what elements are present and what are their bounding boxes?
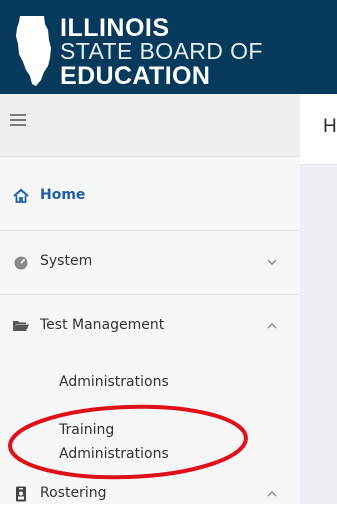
sidebar-item-rostering[interactable]: Rostering	[0, 474, 300, 514]
divider	[0, 294, 300, 295]
sidebar-item-label: Home	[40, 187, 86, 203]
chevron-up-icon[interactable]	[266, 320, 278, 332]
sidebar-item-home[interactable]: Home	[0, 176, 300, 216]
sidebar-toggle[interactable]	[0, 94, 300, 157]
folder-open-icon	[13, 321, 29, 331]
submenu-item-label: Administrations	[59, 374, 169, 390]
home-icon	[13, 188, 29, 203]
hamburger-icon[interactable]	[10, 114, 26, 129]
sidebar-item-system[interactable]: System	[0, 242, 300, 282]
divider	[0, 230, 300, 231]
id-badge-icon	[16, 486, 26, 502]
chevron-down-icon[interactable]	[266, 256, 278, 268]
illinois-state-icon	[16, 16, 51, 86]
submenu-item-training-administrations[interactable]: Training Administrations	[59, 418, 209, 466]
sidebar: Home System Test Management Administrati…	[0, 94, 300, 504]
gauge-icon	[14, 256, 28, 270]
chevron-up-icon[interactable]	[266, 488, 278, 500]
logo-line-2: STATE BOARD OF	[60, 38, 263, 64]
sidebar-item-label: System	[40, 253, 93, 269]
main-content-area: H	[300, 94, 337, 504]
isbe-logo[interactable]: ILLINOIS STATE BOARD OF EDUCATION	[14, 14, 262, 90]
main-title-bar: H	[300, 94, 337, 165]
app-header: ILLINOIS STATE BOARD OF EDUCATION	[0, 0, 337, 94]
submenu-item-label: Training Administrations	[59, 422, 169, 462]
sidebar-item-test-management[interactable]: Test Management	[0, 306, 300, 346]
sidebar-item-label: Test Management	[40, 317, 165, 333]
logo-line-3: EDUCATION	[60, 62, 211, 90]
page-title: H	[323, 116, 337, 137]
submenu-item-administrations[interactable]: Administrations	[59, 370, 169, 394]
sidebar-item-label: Rostering	[40, 485, 107, 501]
